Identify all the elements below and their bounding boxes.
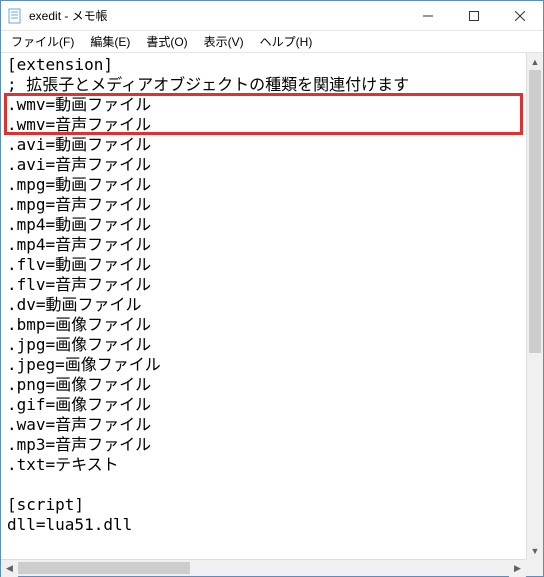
- text-line: .avi=動画ファイル: [7, 135, 522, 155]
- maximize-button[interactable]: [451, 1, 497, 30]
- text-line: .avi=音声ファイル: [7, 155, 522, 175]
- text-line: .wav=音声ファイル: [7, 415, 522, 435]
- chevron-right-icon: ▶: [514, 563, 521, 574]
- minimize-button[interactable]: [405, 1, 451, 30]
- scroll-track-horizontal[interactable]: [18, 560, 509, 576]
- text-line: ; 拡張子とメディアオブジェクトの種類を関連付けます: [7, 75, 522, 95]
- text-line: .wmv=動画ファイル: [7, 95, 522, 115]
- text-line: .mpg=音声ファイル: [7, 195, 522, 215]
- text-line: .jpeg=画像ファイル: [7, 355, 522, 375]
- chevron-down-icon: ▼: [531, 546, 540, 556]
- content-wrapper: [extension]; 拡張子とメディアオブジェクトの種類を関連付けます.wm…: [1, 53, 543, 559]
- scroll-right-button[interactable]: ▶: [509, 560, 526, 577]
- menu-file[interactable]: ファイル(F): [3, 31, 82, 52]
- menu-format[interactable]: 書式(O): [138, 31, 195, 52]
- close-button[interactable]: [497, 1, 543, 30]
- text-line: [script]: [7, 495, 522, 515]
- bottom-scroll-row: ◀ ▶: [1, 559, 543, 576]
- text-line: .mp3=音声ファイル: [7, 435, 522, 455]
- chevron-left-icon: ◀: [6, 563, 13, 574]
- text-line: .bmp=画像ファイル: [7, 315, 522, 335]
- titlebar[interactable]: exedit - メモ帳: [1, 1, 543, 31]
- scroll-track-vertical[interactable]: [527, 70, 543, 542]
- text-line: dll=lua51.dll: [7, 515, 522, 535]
- scroll-thumb-horizontal[interactable]: [18, 562, 190, 574]
- text-line: .gif=画像ファイル: [7, 395, 522, 415]
- text-line: .flv=音声ファイル: [7, 275, 522, 295]
- window-title: exedit - メモ帳: [29, 7, 405, 24]
- chevron-up-icon: ▲: [531, 57, 540, 67]
- text-line: .flv=動画ファイル: [7, 255, 522, 275]
- text-area[interactable]: [extension]; 拡張子とメディアオブジェクトの種類を関連付けます.wm…: [1, 53, 526, 559]
- scroll-left-button[interactable]: ◀: [1, 560, 18, 577]
- vertical-scrollbar[interactable]: ▲ ▼: [526, 53, 543, 559]
- text-line: .png=画像ファイル: [7, 375, 522, 395]
- text-line: .mpg=動画ファイル: [7, 175, 522, 195]
- text-line: .mp4=音声ファイル: [7, 235, 522, 255]
- scroll-up-button[interactable]: ▲: [527, 53, 543, 70]
- text-line: .mp4=動画ファイル: [7, 215, 522, 235]
- text-line: [7, 475, 522, 495]
- menu-edit[interactable]: 編集(E): [82, 31, 138, 52]
- notepad-window: exedit - メモ帳 ファイル(F) 編集(E) 書式(O) 表示(V) ヘ…: [0, 0, 544, 577]
- text-line: .jpg=画像ファイル: [7, 335, 522, 355]
- menu-help[interactable]: ヘルプ(H): [252, 31, 321, 52]
- menu-view[interactable]: 表示(V): [196, 31, 252, 52]
- text-line: .dv=動画ファイル: [7, 295, 522, 315]
- text-line: [extension]: [7, 55, 522, 75]
- notepad-app-icon: [7, 8, 23, 24]
- menubar: ファイル(F) 編集(E) 書式(O) 表示(V) ヘルプ(H): [1, 31, 543, 53]
- window-controls: [405, 1, 543, 30]
- scrollbar-corner: [526, 559, 543, 576]
- horizontal-scrollbar[interactable]: ◀ ▶: [1, 559, 526, 576]
- scroll-down-button[interactable]: ▼: [527, 542, 543, 559]
- text-line: .wmv=音声ファイル: [7, 115, 522, 135]
- scroll-thumb-vertical[interactable]: [529, 70, 541, 353]
- text-line: .txt=テキスト: [7, 455, 522, 475]
